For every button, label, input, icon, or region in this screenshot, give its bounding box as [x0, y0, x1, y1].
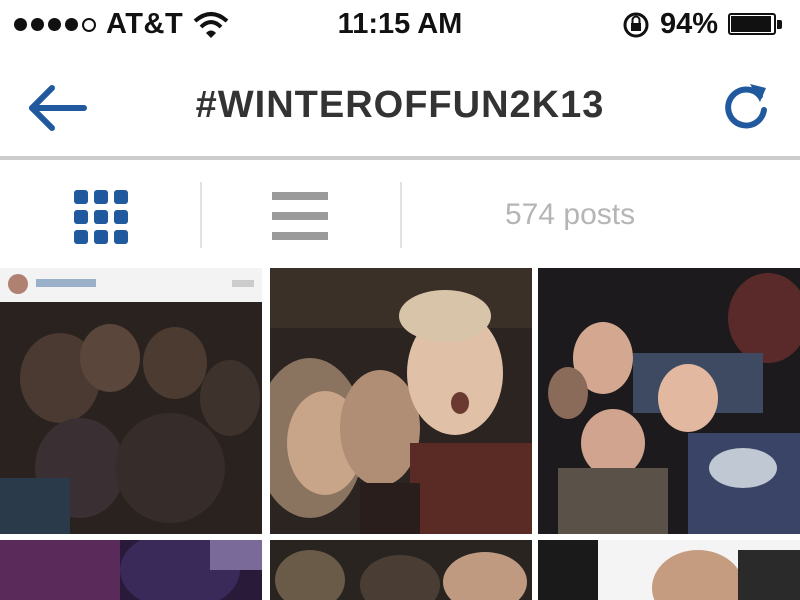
grid-icon	[74, 190, 128, 244]
post-count: 574 posts	[505, 198, 636, 231]
status-right: 94%	[622, 8, 786, 41]
battery-icon	[728, 12, 786, 37]
toolbar-divider	[200, 182, 202, 248]
nav-bar: #WINTEROFFUN2K13	[0, 62, 800, 154]
battery-percentage: 94%	[659, 8, 718, 40]
nav-divider	[0, 156, 800, 160]
list-view-button[interactable]	[272, 192, 328, 242]
photo-tile[interactable]	[538, 268, 800, 534]
refresh-icon	[725, 84, 767, 129]
photo-tile[interactable]	[270, 540, 532, 600]
grid-view-button[interactable]	[74, 190, 128, 244]
refresh-button[interactable]	[720, 80, 772, 134]
page-title: #WINTEROFFUN2K13	[195, 84, 605, 126]
photo-grid	[0, 268, 800, 600]
photo-tile[interactable]	[0, 540, 262, 600]
view-toolbar: 574 posts	[0, 162, 800, 266]
rotation-lock-icon	[623, 12, 649, 37]
status-bar: AT&T 11:15 AM 94%	[0, 0, 800, 50]
list-icon	[272, 192, 328, 242]
photo-tile[interactable]	[538, 540, 800, 600]
photo-tile[interactable]	[0, 268, 262, 534]
toolbar-divider	[400, 182, 402, 248]
photo-tile[interactable]	[270, 268, 532, 534]
